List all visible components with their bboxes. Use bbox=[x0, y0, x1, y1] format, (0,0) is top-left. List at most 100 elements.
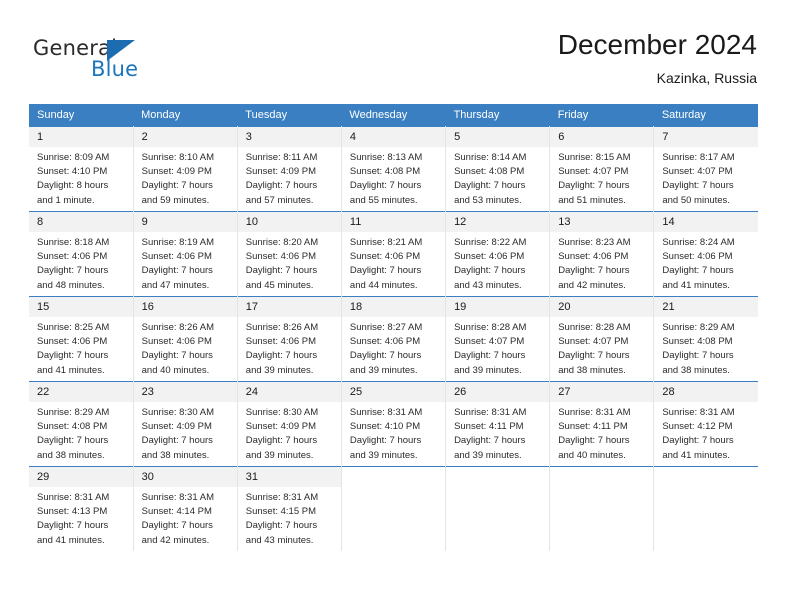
sunrise-text: Sunrise: 8:26 AM bbox=[245, 322, 319, 333]
calendar-day-cell[interactable]: 10 Sunrise: 8:20 AM Sunset: 4:06 PM Dayligh… bbox=[237, 211, 342, 297]
day-number: 13 bbox=[550, 212, 654, 232]
daylight-text-line1: Daylight: 7 hours bbox=[558, 180, 630, 192]
calendar-day-cell[interactable]: 11 Sunrise: 8:21 AM Sunset: 4:06 PM Dayligh… bbox=[341, 211, 447, 297]
calendar-day-cell[interactable]: 1 Sunrise: 8:09 AM Sunset: 4:10 PM Daylight… bbox=[29, 126, 134, 212]
sunset-text: Sunset: 4:06 PM bbox=[349, 251, 421, 263]
calendar-day-cell[interactable]: 31 Sunrise: 8:31 AM Sunset: 4:15 PM Dayligh… bbox=[237, 466, 342, 551]
calendar-day-cell[interactable]: 3 Sunrise: 8:11 AM Sunset: 4:09 PM Daylight… bbox=[237, 126, 342, 212]
daylight-text-line2: and 41 minutes. bbox=[37, 534, 105, 546]
daylight-text-line1: Daylight: 7 hours bbox=[662, 180, 734, 192]
daylight-text-line1: Daylight: 7 hours bbox=[662, 265, 734, 277]
sunset-text: Sunset: 4:06 PM bbox=[245, 336, 317, 348]
sunrise-text: Sunrise: 8:29 AM bbox=[662, 322, 735, 333]
calendar-day-cell[interactable]: 16 Sunrise: 8:26 AM Sunset: 4:06 PM Dayligh… bbox=[133, 296, 238, 382]
daylight-text-line2: and 39 minutes. bbox=[245, 364, 314, 376]
calendar-day-cell[interactable]: 5 Sunrise: 8:14 AM Sunset: 4:08 PM Daylight… bbox=[445, 126, 551, 212]
daylight-text-line2: and 39 minutes. bbox=[245, 449, 314, 461]
general-blue-logo[interactable]: General Blue bbox=[33, 36, 243, 88]
calendar-day-cell[interactable]: 15 Sunrise: 8:25 AM Sunset: 4:06 PM Dayligh… bbox=[29, 296, 134, 382]
daylight-text-line1: Daylight: 7 hours bbox=[245, 180, 318, 192]
calendar-day-cell[interactable]: 13 Sunrise: 8:23 AM Sunset: 4:06 PM Dayligh… bbox=[549, 211, 655, 297]
calendar-day-cell[interactable]: 26 Sunrise: 8:31 AM Sunset: 4:11 PM Dayligh… bbox=[445, 381, 551, 467]
calendar-day-cell[interactable]: 4 Sunrise: 8:13 AM Sunset: 4:08 PM Daylight… bbox=[341, 126, 447, 212]
day-number: 31 bbox=[237, 467, 341, 487]
sunrise-text: Sunrise: 8:14 AM bbox=[454, 152, 527, 163]
sunrise-text: Sunrise: 8:27 AM bbox=[349, 322, 423, 333]
sunset-text: Sunset: 4:09 PM bbox=[245, 166, 317, 178]
calendar-day-cell[interactable]: 2 Sunrise: 8:10 AM Sunset: 4:09 PM Daylight… bbox=[133, 126, 238, 212]
day-number: 11 bbox=[341, 212, 446, 232]
daylight-text-line2: and 40 minutes. bbox=[558, 449, 626, 461]
calendar-day-cell-empty bbox=[549, 466, 655, 551]
calendar-body: 1 Sunrise: 8:09 AM Sunset: 4:10 PM Daylight… bbox=[29, 126, 758, 551]
calendar-day-cell[interactable]: 24 Sunrise: 8:30 AM Sunset: 4:09 PM Dayligh… bbox=[237, 381, 342, 467]
calendar-day-cell[interactable]: 9 Sunrise: 8:19 AM Sunset: 4:06 PM Daylight… bbox=[133, 211, 238, 297]
daylight-text-line2: and 44 minutes. bbox=[349, 279, 418, 291]
calendar-day-cell[interactable]: 8 Sunrise: 8:18 AM Sunset: 4:06 PM Daylight… bbox=[29, 211, 134, 297]
daylight-text-line2: and 51 minutes. bbox=[558, 194, 626, 206]
daylight-text-line2: and 38 minutes. bbox=[558, 364, 626, 376]
calendar-day-cell[interactable]: 20 Sunrise: 8:28 AM Sunset: 4:07 PM Dayligh… bbox=[549, 296, 655, 382]
sunrise-text: Sunrise: 8:23 AM bbox=[558, 237, 631, 248]
sunset-text: Sunset: 4:06 PM bbox=[37, 336, 108, 348]
daylight-text-line1: Daylight: 7 hours bbox=[662, 435, 734, 447]
daylight-text-line2: and 59 minutes. bbox=[141, 194, 210, 206]
weekday-header-friday: Friday bbox=[549, 104, 654, 127]
calendar-day-cell[interactable]: 12 Sunrise: 8:22 AM Sunset: 4:06 PM Dayligh… bbox=[445, 211, 551, 297]
daylight-text-line2: and 40 minutes. bbox=[141, 364, 210, 376]
calendar-day-cell[interactable]: 29 Sunrise: 8:31 AM Sunset: 4:13 PM Dayligh… bbox=[29, 466, 134, 551]
daylight-text-line1: Daylight: 7 hours bbox=[245, 520, 318, 532]
sunset-text: Sunset: 4:10 PM bbox=[37, 166, 108, 178]
sunset-text: Sunset: 4:11 PM bbox=[558, 421, 628, 433]
calendar-day-cell[interactable]: 6 Sunrise: 8:15 AM Sunset: 4:07 PM Daylight… bbox=[549, 126, 655, 212]
calendar-day-cell[interactable]: 17 Sunrise: 8:26 AM Sunset: 4:06 PM Dayligh… bbox=[237, 296, 342, 382]
logo-text-blue: Blue bbox=[91, 57, 139, 81]
day-number: 3 bbox=[237, 127, 341, 147]
daylight-text-line1: Daylight: 7 hours bbox=[558, 265, 630, 277]
day-number: 26 bbox=[446, 382, 550, 402]
daylight-text-line2: and 38 minutes. bbox=[141, 449, 210, 461]
daylight-text-line1: Daylight: 7 hours bbox=[558, 435, 630, 447]
sunset-text: Sunset: 4:06 PM bbox=[454, 251, 525, 263]
calendar-day-cell[interactable]: 7 Sunrise: 8:17 AM Sunset: 4:07 PM Daylight… bbox=[653, 126, 758, 212]
sunrise-text: Sunrise: 8:15 AM bbox=[558, 152, 631, 163]
day-details: Sunrise: 8:22 AM Sunset: 4:06 PM Daylight:… bbox=[446, 232, 549, 293]
calendar-day-cell[interactable]: 18 Sunrise: 8:27 AM Sunset: 4:06 PM Dayligh… bbox=[341, 296, 447, 382]
daylight-text-line2: and 41 minutes. bbox=[662, 279, 730, 291]
calendar-day-cell[interactable]: 28 Sunrise: 8:31 AM Sunset: 4:12 PM Dayligh… bbox=[653, 381, 758, 467]
sunset-text: Sunset: 4:08 PM bbox=[662, 336, 733, 348]
calendar-day-cell[interactable]: 23 Sunrise: 8:30 AM Sunset: 4:09 PM Dayligh… bbox=[133, 381, 238, 467]
calendar-day-cell[interactable]: 21 Sunrise: 8:29 AM Sunset: 4:08 PM Dayligh… bbox=[653, 296, 758, 382]
daylight-text-line2: and 57 minutes. bbox=[245, 194, 314, 206]
calendar-week-row: 22 Sunrise: 8:29 AM Sunset: 4:08 PM Dayligh… bbox=[29, 381, 758, 467]
daylight-text-line2: and 55 minutes. bbox=[349, 194, 418, 206]
daylight-text-line1: Daylight: 7 hours bbox=[141, 350, 213, 362]
calendar-day-cell[interactable]: 30 Sunrise: 8:31 AM Sunset: 4:14 PM Dayligh… bbox=[133, 466, 238, 551]
calendar-day-cell-empty bbox=[445, 466, 551, 551]
sunset-text: Sunset: 4:07 PM bbox=[454, 336, 525, 348]
weekday-header-saturday: Saturday bbox=[653, 104, 758, 127]
weekday-header-wednesday: Wednesday bbox=[341, 104, 446, 127]
calendar-day-cell[interactable]: 25 Sunrise: 8:31 AM Sunset: 4:10 PM Dayligh… bbox=[341, 381, 447, 467]
day-number: 19 bbox=[446, 297, 550, 317]
calendar-day-cell[interactable]: 14 Sunrise: 8:24 AM Sunset: 4:06 PM Dayligh… bbox=[653, 211, 758, 297]
daylight-text-line1: Daylight: 7 hours bbox=[141, 435, 213, 447]
daylight-text-line2: and 48 minutes. bbox=[37, 279, 105, 291]
calendar-day-cell[interactable]: 19 Sunrise: 8:28 AM Sunset: 4:07 PM Dayligh… bbox=[445, 296, 551, 382]
sunrise-text: Sunrise: 8:18 AM bbox=[37, 237, 110, 248]
day-details: Sunrise: 8:27 AM Sunset: 4:06 PM Daylight:… bbox=[342, 317, 445, 378]
calendar-day-cell[interactable]: 27 Sunrise: 8:31 AM Sunset: 4:11 PM Dayligh… bbox=[549, 381, 655, 467]
sunrise-text: Sunrise: 8:20 AM bbox=[245, 237, 319, 248]
sunrise-text: Sunrise: 8:28 AM bbox=[558, 322, 631, 333]
daylight-text-line1: Daylight: 7 hours bbox=[454, 180, 526, 192]
calendar-week-row: 29 Sunrise: 8:31 AM Sunset: 4:13 PM Dayligh… bbox=[29, 466, 758, 551]
sunrise-text: Sunrise: 8:31 AM bbox=[37, 492, 110, 503]
calendar-day-cell[interactable]: 22 Sunrise: 8:29 AM Sunset: 4:08 PM Dayligh… bbox=[29, 381, 134, 467]
calendar-day-cell-empty bbox=[653, 466, 758, 551]
sunrise-text: Sunrise: 8:19 AM bbox=[141, 237, 214, 248]
day-details: Sunrise: 8:26 AM Sunset: 4:06 PM Daylight:… bbox=[238, 317, 341, 378]
weekday-header-thursday: Thursday bbox=[445, 104, 550, 127]
daylight-text-line2: and 39 minutes. bbox=[349, 449, 418, 461]
sunset-text: Sunset: 4:08 PM bbox=[454, 166, 525, 178]
weekday-header-tuesday: Tuesday bbox=[237, 104, 342, 127]
